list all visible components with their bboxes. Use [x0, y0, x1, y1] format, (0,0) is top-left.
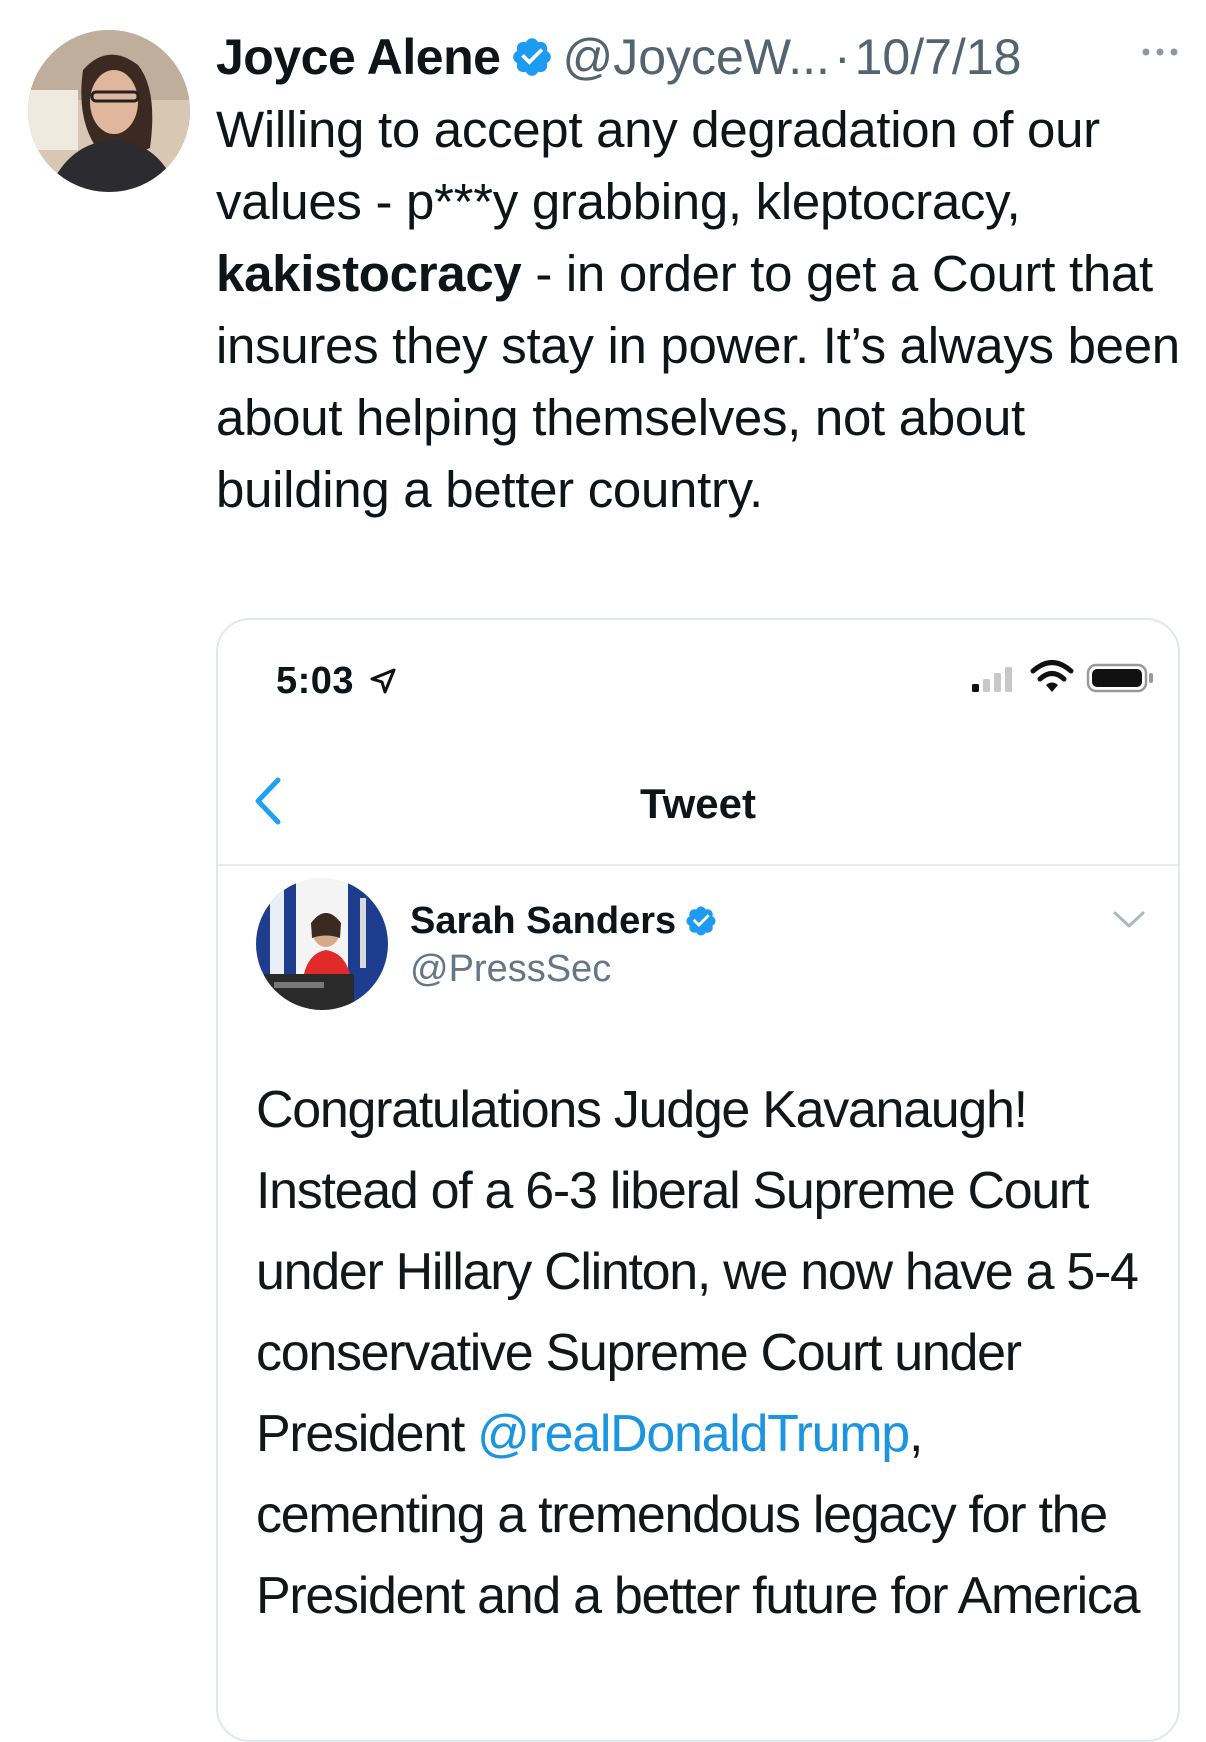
wifi-icon — [1030, 660, 1074, 696]
separator-dot: · — [833, 29, 851, 85]
quoted-author-row: Sarah Sanders — [410, 900, 718, 943]
battery-icon — [1086, 662, 1156, 694]
nav-title: Tweet — [640, 780, 756, 827]
quoted-author-avatar — [256, 878, 388, 1010]
quoted-verified-badge-icon — [684, 904, 718, 938]
quoted-author-handle: @PressSec — [410, 948, 612, 990]
quoted-author-name: Sarah Sanders — [410, 900, 677, 942]
author-name[interactable]: Joyce Alene — [216, 28, 501, 86]
tweet-text: Willing to accept any degradation of our… — [216, 94, 1191, 526]
tweet-header: Joyce Alene @JoyceW... · 10/7/18 — [216, 22, 1186, 92]
quoted-mention-link: @realDonaldTrump — [477, 1405, 910, 1463]
signal-icon — [970, 664, 1020, 694]
author-avatar[interactable] — [28, 30, 190, 192]
more-dots-icon[interactable] — [1138, 40, 1182, 64]
chevron-down-icon — [1112, 910, 1146, 930]
verified-badge-icon — [510, 35, 554, 79]
nav-bar: Tweet — [218, 740, 1178, 866]
attached-image[interactable]: 5:03 Tweet Sarah Sanders @PressSec Congr… — [216, 618, 1180, 1742]
status-bar: 5:03 — [218, 620, 1178, 740]
tweet-date[interactable]: 10/7/18 — [855, 28, 1022, 86]
author-handle[interactable]: @JoyceW... — [562, 28, 829, 86]
tweet-text-part-1: Willing to accept any degradation of our… — [216, 101, 1100, 230]
status-time: 5:03 — [276, 660, 355, 702]
quoted-tweet-text: Congratulations Judge Kavanaugh! Instead… — [256, 1070, 1156, 1637]
location-arrow-icon — [368, 666, 398, 696]
tweet-text-bold: kakistocracy — [216, 245, 522, 302]
